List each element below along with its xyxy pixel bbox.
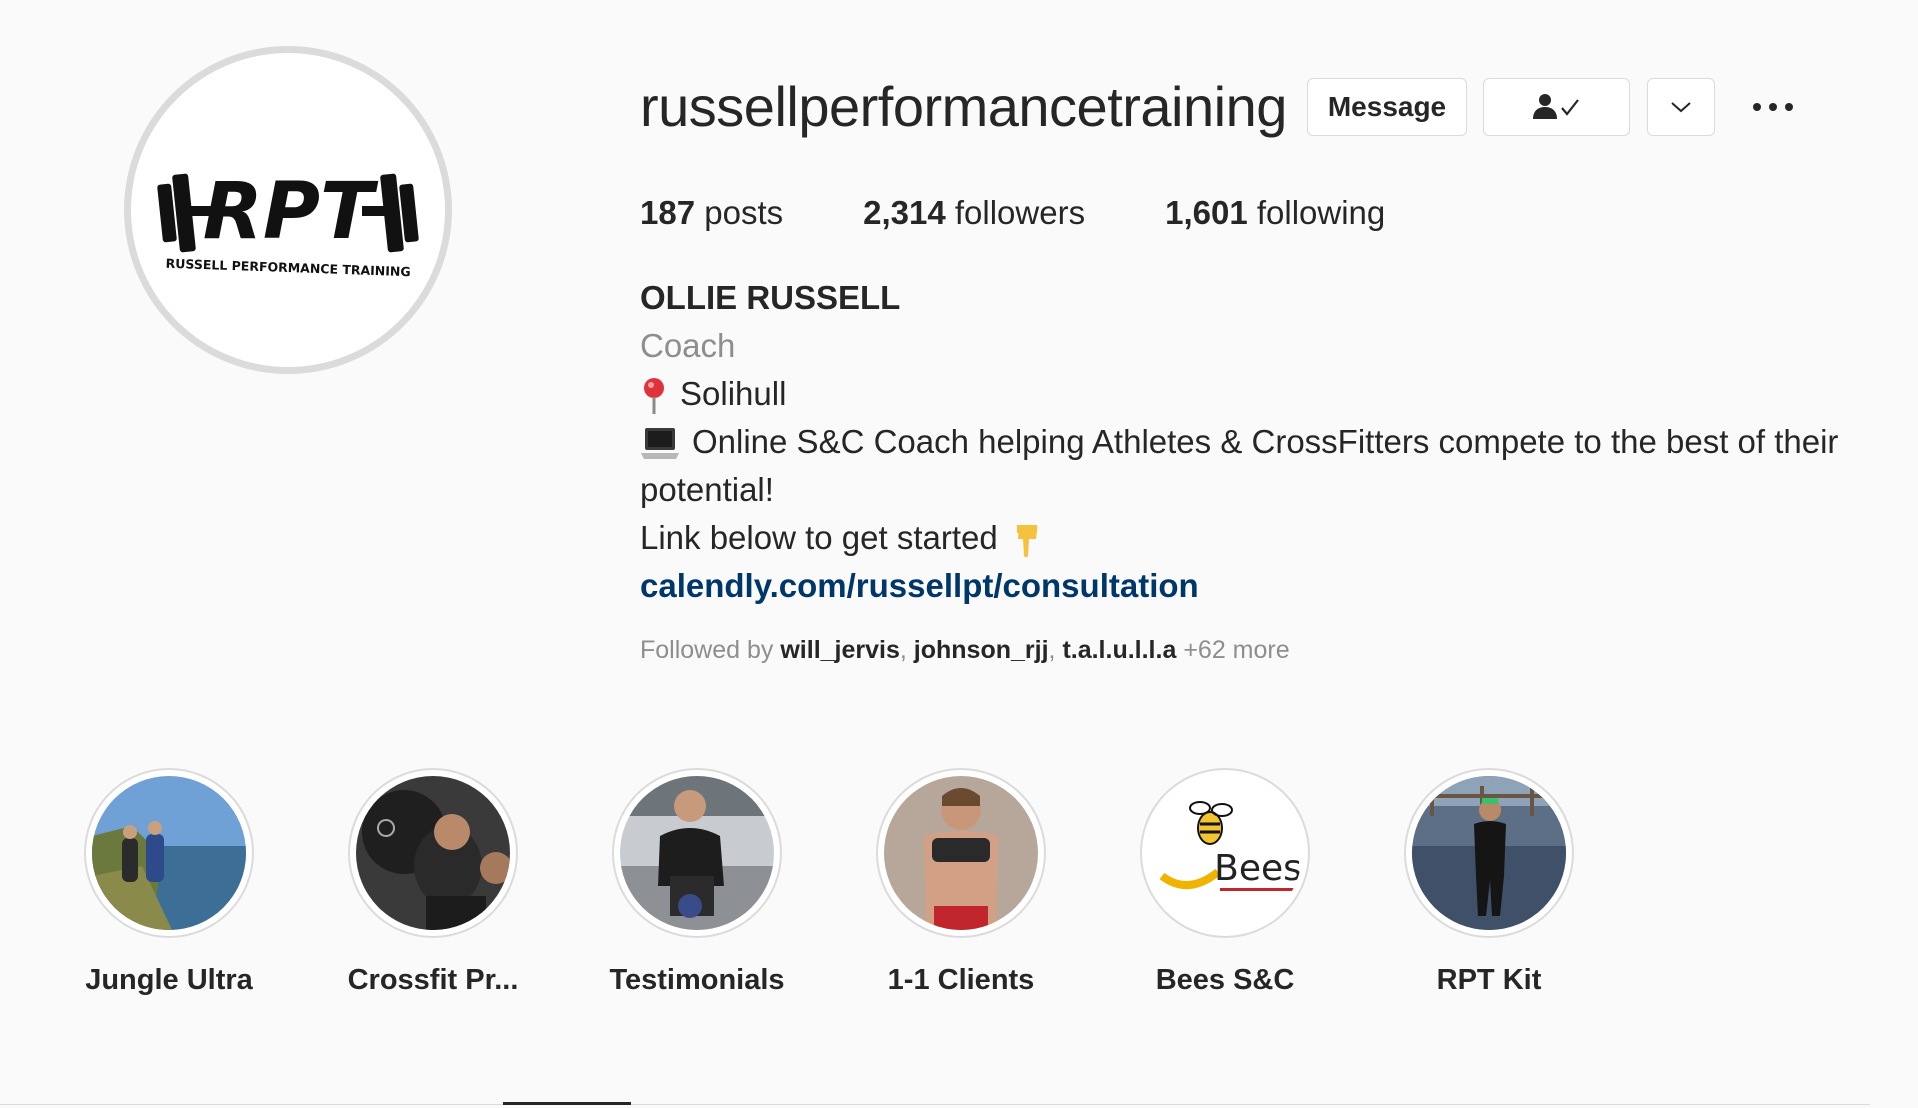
bio-description-text: Online S&C Coach helping Athletes & Cros… bbox=[640, 423, 1839, 508]
tab-divider bbox=[0, 1104, 1870, 1105]
highlight-cover bbox=[84, 768, 254, 938]
full-name: OLLIE RUSSELL bbox=[640, 279, 901, 316]
followers-count: 2,314 bbox=[863, 194, 946, 231]
laptop-icon bbox=[641, 428, 679, 460]
person-check-icon bbox=[1532, 94, 1579, 119]
highlight-1-1-clients[interactable]: 1-1 Clients bbox=[876, 768, 1046, 997]
posts-count: 187 bbox=[640, 194, 696, 231]
highlight-label: RPT Kit bbox=[1436, 964, 1542, 996]
bees-logo-text: Bees bbox=[1214, 848, 1302, 889]
highlight-testimonials[interactable]: Testimonials bbox=[609, 768, 785, 997]
active-tab-indicator bbox=[503, 1102, 631, 1105]
followed-by-prefix: Followed by bbox=[640, 636, 774, 664]
highlight-label: Testimonials bbox=[609, 964, 785, 996]
highlight-cover bbox=[348, 768, 518, 938]
followers-label: followers bbox=[954, 194, 1086, 231]
logo-subtitle: RUSSELL PERFORMANCE TRAINING bbox=[165, 256, 410, 280]
location-line: Solihull bbox=[640, 370, 1870, 418]
highlight-image bbox=[1412, 776, 1566, 930]
bio-cta-line: Link below to get started bbox=[640, 514, 1870, 562]
highlight-jungle-ultra[interactable]: Jungle Ultra bbox=[84, 768, 254, 997]
profile-stats: 187 posts 2,314 followers 1,601 followin… bbox=[640, 194, 1465, 232]
message-button[interactable]: Message bbox=[1307, 78, 1467, 136]
highlight-crossfit[interactable]: Crossfit Pr... bbox=[348, 768, 518, 997]
pin-icon bbox=[644, 378, 664, 415]
posts-label: posts bbox=[704, 194, 784, 231]
following-stat[interactable]: 1,601 following bbox=[1165, 194, 1385, 232]
highlight-cover bbox=[876, 768, 1046, 938]
highlight-image bbox=[356, 776, 510, 930]
rpt-logo-image: RPT RUSSELL PERFORMANCE TRAINING bbox=[157, 167, 419, 280]
highlight-label: Bees S&C bbox=[1155, 964, 1295, 996]
following-button[interactable] bbox=[1483, 78, 1630, 136]
more-options-button[interactable] bbox=[1750, 92, 1796, 122]
suggested-accounts-button[interactable] bbox=[1647, 78, 1715, 136]
logo-text: RPT bbox=[203, 167, 379, 257]
highlight-image bbox=[620, 776, 774, 930]
location-text: Solihull bbox=[680, 375, 787, 412]
more-dots-icon bbox=[1753, 103, 1793, 111]
rpt-logo: RPT RUSSELL PERFORMANCE TRAINING bbox=[131, 53, 445, 367]
highlight-cover bbox=[612, 768, 782, 938]
profile-bio: OLLIE RUSSELL Coach Solihull Online S&C … bbox=[640, 274, 1870, 610]
chevron-down-icon bbox=[1671, 102, 1691, 113]
followers-stat[interactable]: 2,314 followers bbox=[863, 194, 1085, 232]
highlight-image bbox=[884, 776, 1038, 930]
highlight-cover bbox=[1404, 768, 1574, 938]
highlight-image: Bees bbox=[1148, 776, 1302, 930]
following-count: 1,601 bbox=[1165, 194, 1248, 231]
followed-by-more[interactable]: +62 more bbox=[1183, 636, 1289, 664]
bio-link[interactable]: calendly.com/russellpt/consultation bbox=[640, 562, 1870, 610]
bio-description: Online S&C Coach helping Athletes & Cros… bbox=[640, 418, 1870, 514]
highlight-image bbox=[92, 776, 246, 930]
followed-by-user[interactable]: will_jervis bbox=[780, 636, 900, 664]
profile-avatar[interactable]: RPT RUSSELL PERFORMANCE TRAINING bbox=[124, 46, 452, 374]
highlight-rpt-kit[interactable]: RPT Kit bbox=[1404, 768, 1574, 997]
highlight-label: 1-1 Clients bbox=[887, 964, 1035, 996]
followed-by-user[interactable]: t.a.l.u.l.l.a bbox=[1062, 636, 1176, 664]
bio-cta-text: Link below to get started bbox=[640, 519, 998, 556]
pointing-down-icon bbox=[1016, 525, 1038, 558]
followed-by[interactable]: Followed by will_jervis, johnson_rjj, t.… bbox=[640, 636, 1290, 665]
category-label: Coach bbox=[640, 327, 736, 364]
story-highlights: Jungle Ultra Crossfit Pr... Testimonials… bbox=[84, 768, 1668, 997]
following-label: following bbox=[1256, 194, 1386, 231]
highlight-label: Crossfit Pr... bbox=[347, 964, 519, 996]
followed-by-user[interactable]: johnson_rjj bbox=[914, 636, 1049, 664]
highlight-label: Jungle Ultra bbox=[85, 964, 253, 996]
username: russellperformancetraining bbox=[640, 75, 1287, 138]
posts-stat: 187 posts bbox=[640, 194, 783, 232]
highlight-bees[interactable]: Bees Bees S&C bbox=[1140, 768, 1310, 997]
highlight-cover: Bees bbox=[1140, 768, 1310, 938]
